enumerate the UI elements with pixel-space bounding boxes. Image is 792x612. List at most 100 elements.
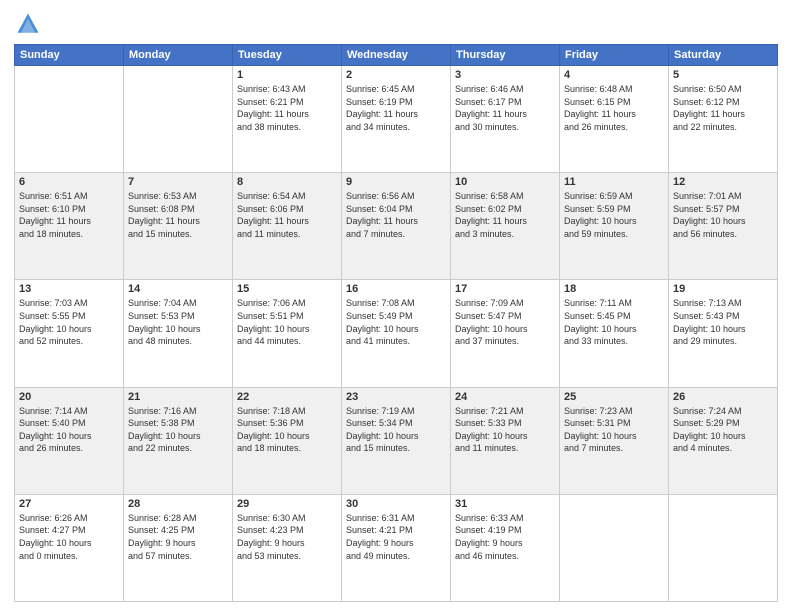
- calendar-cell: 19 Sunrise: 7:13 AM Sunset: 5:43 PM Dayli…: [669, 280, 778, 387]
- cell-day-number: 22: [237, 391, 337, 403]
- calendar-cell: 24 Sunrise: 7:21 AM Sunset: 5:33 PM Dayli…: [451, 387, 560, 494]
- cell-day-number: 19: [673, 283, 773, 295]
- calendar-cell: 15 Sunrise: 7:06 AM Sunset: 5:51 PM Dayli…: [233, 280, 342, 387]
- calendar-week-2: 6 Sunrise: 6:51 AM Sunset: 6:10 PM Daylig…: [15, 173, 778, 280]
- logo-icon: [14, 10, 42, 38]
- cell-info: Sunrise: 7:21 AM Sunset: 5:33 PM Dayligh…: [455, 405, 555, 455]
- calendar-cell: 7 Sunrise: 6:53 AM Sunset: 6:08 PM Daylig…: [124, 173, 233, 280]
- cell-info: Sunrise: 6:45 AM Sunset: 6:19 PM Dayligh…: [346, 83, 446, 133]
- cell-info: Sunrise: 6:43 AM Sunset: 6:21 PM Dayligh…: [237, 83, 337, 133]
- logo: [14, 10, 46, 38]
- day-header-monday: Monday: [124, 45, 233, 66]
- cell-day-number: 2: [346, 69, 446, 81]
- cell-day-number: 7: [128, 176, 228, 188]
- calendar-cell: 21 Sunrise: 7:16 AM Sunset: 5:38 PM Dayli…: [124, 387, 233, 494]
- calendar-week-1: 1 Sunrise: 6:43 AM Sunset: 6:21 PM Daylig…: [15, 66, 778, 173]
- calendar-cell: 9 Sunrise: 6:56 AM Sunset: 6:04 PM Daylig…: [342, 173, 451, 280]
- cell-info: Sunrise: 6:33 AM Sunset: 4:19 PM Dayligh…: [455, 512, 555, 562]
- header: [14, 10, 778, 38]
- calendar-cell: 23 Sunrise: 7:19 AM Sunset: 5:34 PM Dayli…: [342, 387, 451, 494]
- cell-info: Sunrise: 6:26 AM Sunset: 4:27 PM Dayligh…: [19, 512, 119, 562]
- calendar-cell: 4Sunrise: 6:48 AM Sunset: 6:15 PM Daylig…: [560, 66, 669, 173]
- cell-day-number: 9: [346, 176, 446, 188]
- cell-info: Sunrise: 6:30 AM Sunset: 4:23 PM Dayligh…: [237, 512, 337, 562]
- cell-day-number: 18: [564, 283, 664, 295]
- cell-info: Sunrise: 6:31 AM Sunset: 4:21 PM Dayligh…: [346, 512, 446, 562]
- cell-day-number: 10: [455, 176, 555, 188]
- cell-day-number: 17: [455, 283, 555, 295]
- calendar-cell: [669, 494, 778, 601]
- cell-day-number: 31: [455, 498, 555, 510]
- calendar-cell: 30 Sunrise: 6:31 AM Sunset: 4:21 PM Dayli…: [342, 494, 451, 601]
- cell-day-number: 11: [564, 176, 664, 188]
- calendar-cell: 20 Sunrise: 7:14 AM Sunset: 5:40 PM Dayli…: [15, 387, 124, 494]
- cell-day-number: 12: [673, 176, 773, 188]
- cell-day-number: 25: [564, 391, 664, 403]
- calendar-cell: 17 Sunrise: 7:09 AM Sunset: 5:47 PM Dayli…: [451, 280, 560, 387]
- cell-info: Sunrise: 7:13 AM Sunset: 5:43 PM Dayligh…: [673, 297, 773, 347]
- cell-info: Sunrise: 6:28 AM Sunset: 4:25 PM Dayligh…: [128, 512, 228, 562]
- calendar-cell: 26 Sunrise: 7:24 AM Sunset: 5:29 PM Dayli…: [669, 387, 778, 494]
- day-header-tuesday: Tuesday: [233, 45, 342, 66]
- calendar-week-3: 13 Sunrise: 7:03 AM Sunset: 5:55 PM Dayli…: [15, 280, 778, 387]
- day-header-sunday: Sunday: [15, 45, 124, 66]
- cell-day-number: 21: [128, 391, 228, 403]
- cell-day-number: 23: [346, 391, 446, 403]
- calendar-cell: 13 Sunrise: 7:03 AM Sunset: 5:55 PM Dayli…: [15, 280, 124, 387]
- cell-info: Sunrise: 6:51 AM Sunset: 6:10 PM Dayligh…: [19, 190, 119, 240]
- page: SundayMondayTuesdayWednesdayThursdayFrid…: [0, 0, 792, 612]
- cell-info: Sunrise: 6:50 AM Sunset: 6:12 PM Dayligh…: [673, 83, 773, 133]
- cell-info: Sunrise: 7:14 AM Sunset: 5:40 PM Dayligh…: [19, 405, 119, 455]
- cell-info: Sunrise: 7:23 AM Sunset: 5:31 PM Dayligh…: [564, 405, 664, 455]
- cell-day-number: 15: [237, 283, 337, 295]
- cell-info: Sunrise: 7:06 AM Sunset: 5:51 PM Dayligh…: [237, 297, 337, 347]
- cell-day-number: 24: [455, 391, 555, 403]
- calendar-cell: 27 Sunrise: 6:26 AM Sunset: 4:27 PM Dayli…: [15, 494, 124, 601]
- cell-day-number: 16: [346, 283, 446, 295]
- day-header-saturday: Saturday: [669, 45, 778, 66]
- cell-info: Sunrise: 7:24 AM Sunset: 5:29 PM Dayligh…: [673, 405, 773, 455]
- cell-info: Sunrise: 6:53 AM Sunset: 6:08 PM Dayligh…: [128, 190, 228, 240]
- calendar-cell: 14Sunrise: 7:04 AM Sunset: 5:53 PM Dayli…: [124, 280, 233, 387]
- cell-info: Sunrise: 7:03 AM Sunset: 5:55 PM Dayligh…: [19, 297, 119, 347]
- cell-info: Sunrise: 6:58 AM Sunset: 6:02 PM Dayligh…: [455, 190, 555, 240]
- cell-day-number: 6: [19, 176, 119, 188]
- cell-info: Sunrise: 6:48 AM Sunset: 6:15 PM Dayligh…: [564, 83, 664, 133]
- cell-info: Sunrise: 7:18 AM Sunset: 5:36 PM Dayligh…: [237, 405, 337, 455]
- day-header-thursday: Thursday: [451, 45, 560, 66]
- cell-day-number: 8: [237, 176, 337, 188]
- calendar-cell: [15, 66, 124, 173]
- calendar-cell: 10 Sunrise: 6:58 AM Sunset: 6:02 PM Dayli…: [451, 173, 560, 280]
- calendar-cell: 22 Sunrise: 7:18 AM Sunset: 5:36 PM Dayli…: [233, 387, 342, 494]
- cell-info: Sunrise: 7:01 AM Sunset: 5:57 PM Dayligh…: [673, 190, 773, 240]
- calendar-cell: 28Sunrise: 6:28 AM Sunset: 4:25 PM Dayli…: [124, 494, 233, 601]
- day-header-friday: Friday: [560, 45, 669, 66]
- calendar-header-row: SundayMondayTuesdayWednesdayThursdayFrid…: [15, 45, 778, 66]
- calendar-cell: 29 Sunrise: 6:30 AM Sunset: 4:23 PM Dayli…: [233, 494, 342, 601]
- calendar-table: SundayMondayTuesdayWednesdayThursdayFrid…: [14, 44, 778, 602]
- cell-day-number: 13: [19, 283, 119, 295]
- calendar-cell: 1 Sunrise: 6:43 AM Sunset: 6:21 PM Daylig…: [233, 66, 342, 173]
- cell-day-number: 26: [673, 391, 773, 403]
- calendar-cell: [124, 66, 233, 173]
- calendar-cell: 5Sunrise: 6:50 AM Sunset: 6:12 PM Daylig…: [669, 66, 778, 173]
- calendar-cell: 25 Sunrise: 7:23 AM Sunset: 5:31 PM Dayli…: [560, 387, 669, 494]
- cell-day-number: 27: [19, 498, 119, 510]
- cell-day-number: 1: [237, 69, 337, 81]
- cell-day-number: 14: [128, 283, 228, 295]
- calendar-cell: 18 Sunrise: 7:11 AM Sunset: 5:45 PM Dayli…: [560, 280, 669, 387]
- cell-info: Sunrise: 6:54 AM Sunset: 6:06 PM Dayligh…: [237, 190, 337, 240]
- day-header-wednesday: Wednesday: [342, 45, 451, 66]
- cell-info: Sunrise: 7:16 AM Sunset: 5:38 PM Dayligh…: [128, 405, 228, 455]
- cell-info: Sunrise: 6:59 AM Sunset: 5:59 PM Dayligh…: [564, 190, 664, 240]
- cell-day-number: 29: [237, 498, 337, 510]
- calendar-week-5: 27 Sunrise: 6:26 AM Sunset: 4:27 PM Dayli…: [15, 494, 778, 601]
- cell-info: Sunrise: 7:19 AM Sunset: 5:34 PM Dayligh…: [346, 405, 446, 455]
- cell-info: Sunrise: 6:56 AM Sunset: 6:04 PM Dayligh…: [346, 190, 446, 240]
- calendar-cell: 12 Sunrise: 7:01 AM Sunset: 5:57 PM Dayli…: [669, 173, 778, 280]
- cell-day-number: 20: [19, 391, 119, 403]
- calendar-cell: 31 Sunrise: 6:33 AM Sunset: 4:19 PM Dayli…: [451, 494, 560, 601]
- cell-info: Sunrise: 7:09 AM Sunset: 5:47 PM Dayligh…: [455, 297, 555, 347]
- cell-info: Sunrise: 7:11 AM Sunset: 5:45 PM Dayligh…: [564, 297, 664, 347]
- cell-day-number: 30: [346, 498, 446, 510]
